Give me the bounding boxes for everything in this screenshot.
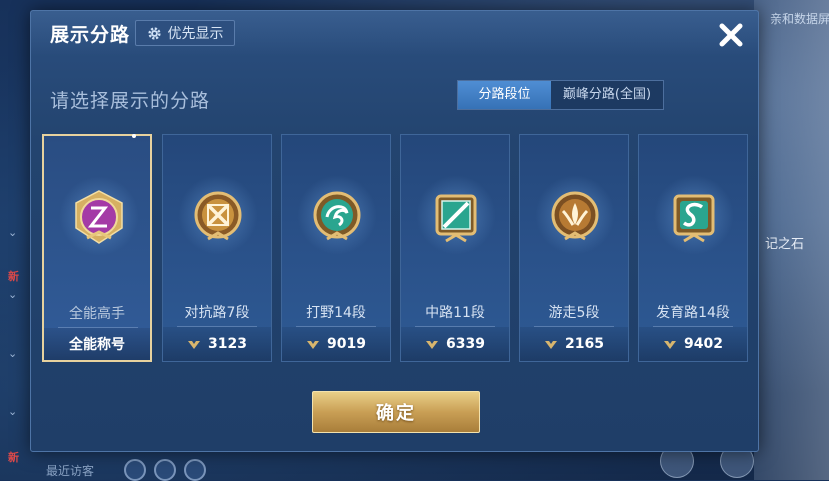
card-footer: 9402 [639,327,747,361]
tab-group: 分路段位 巅峰分路(全国) [457,80,664,110]
new-badge: 新 [8,270,19,283]
lane-display-dialog: 展示分路 优先显示 请选择展示的分路 分路段位 巅峰分路(全国) 全能高手 全能… [30,10,759,452]
card-footer-text: 全能称号 [69,337,125,353]
chevron-down-icon[interactable]: ⌄ [8,226,17,239]
card-name: 游走5段 [548,305,600,321]
visitor-avatar[interactable] [154,459,176,481]
lane-card-allround[interactable]: 全能高手 全能称号 [42,134,152,362]
card-name: 打野14段 [306,305,366,321]
rank-points-icon [664,341,677,349]
rank-points: 9402 [684,336,723,352]
rank-points-icon [188,341,201,349]
card-name: 对抗路7段 [184,305,250,321]
rank-points: 6339 [446,336,485,352]
lane-card-mid[interactable]: 中路11段 6339 [400,134,510,362]
rank-points-icon [307,341,320,349]
new-badge: 新 [8,451,19,464]
rank-points: 9019 [327,336,366,352]
card-name: 发育路14段 [656,305,730,321]
allround-badge-icon [75,190,123,244]
dialog-subtitle: 请选择展示的分路 [50,90,211,112]
rank-points-icon [545,341,558,349]
farm-lane-badge-icon [673,194,715,243]
jungle-badge-icon [313,191,361,241]
confirm-button[interactable]: 确定 [312,391,480,433]
priority-display-label: 优先显示 [167,26,224,42]
chevron-down-icon[interactable]: ⌄ [8,288,17,301]
visitor-avatar[interactable] [124,459,146,481]
chevron-down-icon[interactable]: ⌄ [8,347,17,360]
lane-card-roam[interactable]: 游走5段 2165 [519,134,629,362]
tab-peak-lane[interactable]: 巅峰分路(全国) [551,81,663,109]
lane-card-jungle[interactable]: 打野14段 9019 [281,134,391,362]
card-name: 全能高手 [69,306,125,322]
mid-lane-badge-icon [435,194,477,243]
roam-badge-icon [551,191,599,241]
lane-card-farm[interactable]: 发育路14段 9402 [638,134,748,362]
tab-lane-rank[interactable]: 分路段位 [458,81,551,109]
card-footer: 9019 [282,327,390,361]
rank-points: 3123 [208,336,247,352]
rank-points: 2165 [565,336,604,352]
card-footer: 3123 [163,327,271,361]
dialog-title: 展示分路 [50,24,131,46]
selection-marker [132,134,136,138]
clash-lane-badge-icon [194,191,242,241]
card-footer: 2165 [520,327,628,361]
close-icon[interactable] [713,17,749,53]
background-hint-mid: 记之石 [765,237,805,252]
chevron-down-icon[interactable]: ⌄ [8,405,17,418]
recent-visitors-label: 最近访客 [46,464,95,478]
lane-card-clash[interactable]: 对抗路7段 3123 [162,134,272,362]
gear-icon [147,26,161,40]
background-hint-top: 亲和数据屏 [770,12,829,26]
visitor-avatar[interactable] [184,459,206,481]
rank-points-icon [426,341,439,349]
priority-display-button[interactable]: 优先显示 [135,20,235,46]
card-footer: 6339 [401,327,509,361]
card-name: 中路11段 [425,305,485,321]
card-footer: 全能称号 [44,328,150,360]
